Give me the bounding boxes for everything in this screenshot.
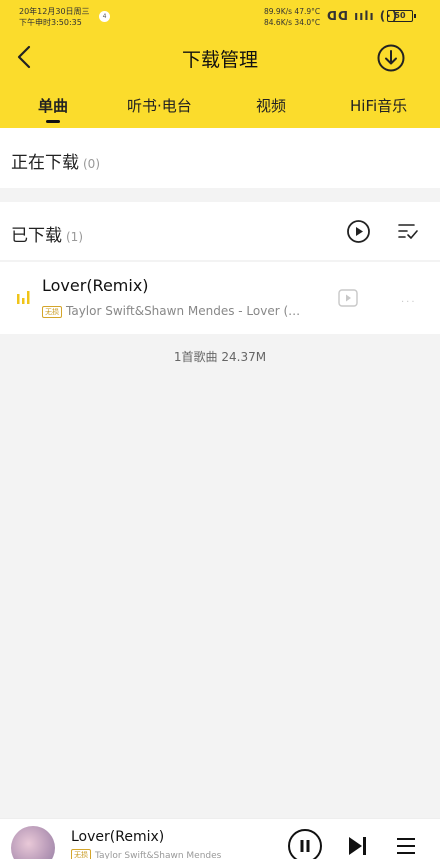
- downloaded-label: 已下载: [11, 226, 62, 246]
- playing-bars-icon: [17, 291, 30, 304]
- downloading-label: 正在下载: [11, 153, 79, 173]
- song-subtitle: 无损 Taylor Swift&Shawn Mendes - Lover (…: [42, 304, 320, 318]
- lossless-tag: 无损: [42, 306, 62, 318]
- playlist-icon[interactable]: [396, 836, 416, 856]
- album-art[interactable]: [11, 826, 55, 859]
- notification-badge: 4: [99, 11, 110, 22]
- mv-play-icon[interactable]: [338, 289, 358, 307]
- status-datetime: 20年12月30日周三 下午申时3:50:35: [19, 6, 90, 28]
- tab-audiobooks-radio[interactable]: 听书·电台: [127, 95, 192, 116]
- download-icon[interactable]: [376, 43, 406, 73]
- pause-button[interactable]: [288, 829, 322, 859]
- tab-bar: 单曲 听书·电台 视频 HiFi音乐: [0, 92, 440, 122]
- player-song-title: Lover(Remix): [71, 829, 165, 845]
- downloading-section[interactable]: 正在下载 (0): [0, 128, 440, 188]
- player-lossless-tag: 无损: [71, 849, 91, 859]
- mini-player[interactable]: Lover(Remix) 无损 Taylor Swift&Shawn Mendes: [0, 818, 440, 859]
- downloaded-title: 已下载 (1): [11, 221, 83, 246]
- tab-singles[interactable]: 单曲: [38, 95, 68, 116]
- multi-select-icon[interactable]: [397, 221, 419, 241]
- status-time: 下午申时3:50:35: [19, 18, 82, 27]
- tab-indicator: [46, 120, 60, 123]
- next-track-icon[interactable]: [346, 835, 368, 857]
- status-bar: 20年12月30日周三 下午申时3:50:35 4 89.9K/s 47.9°C…: [0, 0, 440, 32]
- downloading-title: 正在下载 (0): [11, 148, 100, 173]
- song-artist-album: Taylor Swift&Shawn Mendes - Lover (…: [66, 304, 301, 318]
- status-date: 20年12月30日周三: [19, 7, 90, 16]
- pause-icon: [300, 840, 310, 852]
- play-all-icon[interactable]: [346, 219, 371, 244]
- status-download: 84.6K/s 34.0°C: [264, 18, 321, 27]
- downloaded-header: 已下载 (1): [0, 202, 440, 260]
- player-subtitle: 无损 Taylor Swift&Shawn Mendes: [71, 849, 221, 859]
- tab-hifi-music[interactable]: HiFi音乐: [350, 95, 407, 116]
- page-title: 下载管理: [181, 49, 258, 71]
- download-summary: 1首歌曲 24.37M: [173, 350, 267, 364]
- status-network-speed: 89.9K/s 47.9°C 84.6K/s 34.0°C: [264, 6, 320, 28]
- top-bar: 20年12月30日周三 下午申时3:50:35 4 89.9K/s 47.9°C…: [0, 0, 440, 128]
- status-upload: 89.9K/s 47.9°C: [264, 7, 321, 16]
- song-row[interactable]: [0, 262, 440, 334]
- tab-videos[interactable]: 视频: [256, 95, 286, 116]
- player-artist: Taylor Swift&Shawn Mendes: [95, 851, 222, 859]
- more-options-icon[interactable]: ···: [401, 297, 417, 308]
- battery-icon: 50: [387, 10, 416, 22]
- downloading-count: (0): [83, 157, 100, 171]
- downloaded-count: (1): [66, 230, 83, 244]
- song-title: Lover(Remix): [42, 276, 149, 295]
